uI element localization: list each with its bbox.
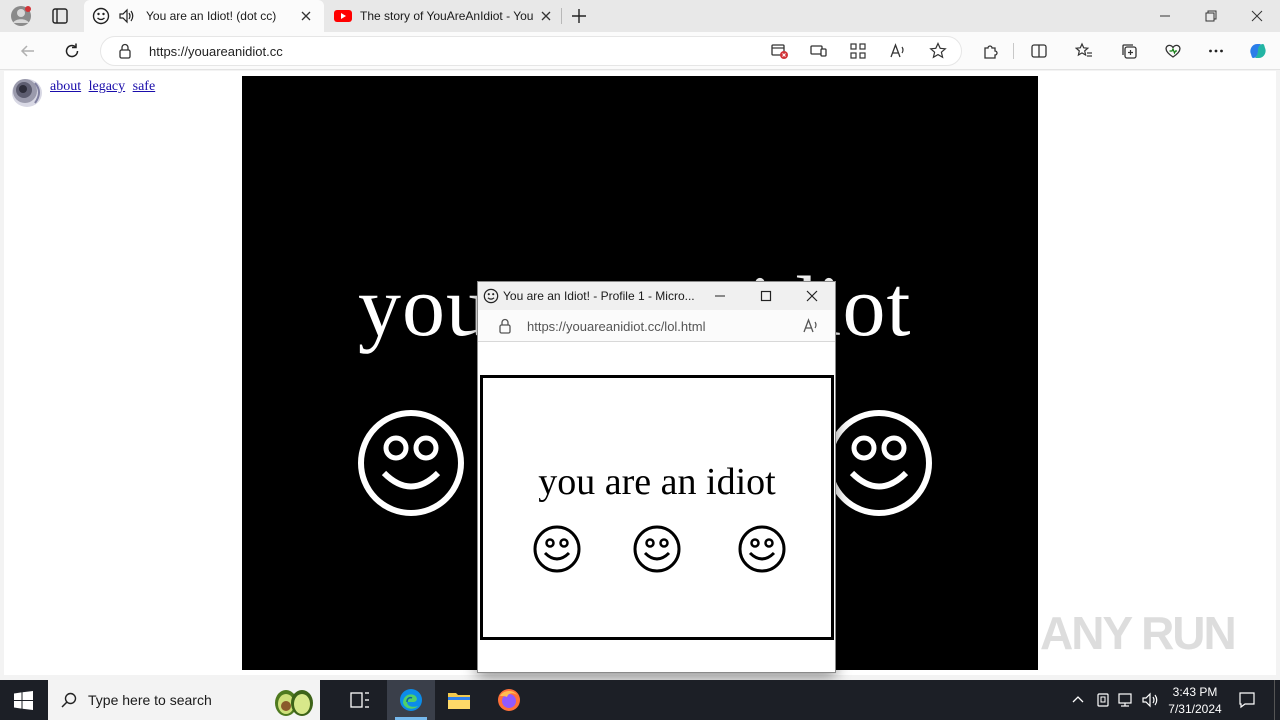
extensions-icon[interactable] <box>979 39 1003 63</box>
popup-url: https://youareanidiot.cc/lol.html <box>527 319 706 334</box>
windows-taskbar: Type here to search 3:43 PM 7/31/2024 <box>0 680 1280 720</box>
audio-playing-icon[interactable] <box>118 7 136 25</box>
lock-icon[interactable] <box>498 318 512 334</box>
blocked-popup-icon[interactable] <box>767 39 791 63</box>
clock[interactable]: 3:43 PM 7/31/2024 <box>1160 683 1230 717</box>
youtube-icon <box>334 9 352 23</box>
device-icon[interactable] <box>1095 692 1111 708</box>
popup-window[interactable]: You are an Idiot! - Profile 1 - Micro...… <box>477 281 836 673</box>
volume-icon[interactable] <box>1142 692 1160 708</box>
split-screen-icon[interactable] <box>1027 39 1051 63</box>
app-available-icon[interactable] <box>806 39 830 63</box>
taskbar-search-box[interactable]: Type here to search <box>48 680 320 720</box>
clock-time: 3:43 PM <box>1172 685 1218 699</box>
profile-avatar[interactable] <box>10 5 32 27</box>
collections-icon[interactable] <box>1117 39 1141 63</box>
refresh-icon[interactable] <box>60 39 84 63</box>
extension-grid-icon[interactable] <box>846 39 870 63</box>
browser-toolbar: https://youareanidiot.cc <box>0 32 1280 70</box>
tray-chevron-icon[interactable] <box>1072 694 1084 704</box>
tab-actions-icon[interactable] <box>50 6 70 26</box>
tab-youtube-story[interactable]: The story of YouAreAnIdiot - You <box>326 0 560 32</box>
close-tab-icon[interactable] <box>300 10 312 22</box>
more-menu-icon[interactable] <box>1204 39 1228 63</box>
popup-titlebar[interactable]: You are an Idiot! - Profile 1 - Micro... <box>478 282 835 310</box>
url-text[interactable]: https://youareanidiot.cc <box>149 44 283 59</box>
watermark: ANY RUN <box>1040 607 1237 659</box>
close-tab-icon[interactable] <box>540 10 552 22</box>
popup-content-box[interactable]: you are an idiot <box>480 375 834 640</box>
popup-maximize-icon[interactable] <box>760 290 772 302</box>
notifications-icon[interactable] <box>1238 691 1256 709</box>
popup-address-bar: https://youareanidiot.cc/lol.html <box>478 310 835 342</box>
restore-icon[interactable] <box>1188 0 1234 32</box>
smiley-right-icon <box>824 408 934 518</box>
firefox-icon[interactable] <box>497 688 521 712</box>
legacy-link[interactable]: legacy <box>89 79 126 94</box>
favorites-icon[interactable] <box>1072 39 1096 63</box>
toolbar-divider <box>1013 43 1014 59</box>
popup-smiley-1-icon <box>532 524 582 574</box>
favorite-star-icon[interactable] <box>926 39 950 63</box>
lock-icon[interactable] <box>118 43 132 59</box>
popup-heading: you are an idiot <box>538 461 776 503</box>
edge-taskbar-button[interactable] <box>387 680 435 720</box>
close-window-icon[interactable] <box>1234 0 1280 32</box>
edge-icon <box>399 688 423 712</box>
safe-link[interactable]: safe <box>133 79 156 94</box>
search-placeholder: Type here to search <box>88 692 212 708</box>
popup-smiley-3-icon <box>737 524 787 574</box>
tab-divider <box>561 8 562 24</box>
start-icon[interactable] <box>14 691 33 710</box>
back-icon[interactable] <box>16 39 40 63</box>
avocado-highlight-icon <box>270 682 318 718</box>
clock-date: 7/31/2024 <box>1168 702 1222 716</box>
popup-minimize-icon[interactable] <box>714 290 726 302</box>
smiley-favicon-icon <box>483 288 499 304</box>
popup-smiley-2-icon <box>632 524 682 574</box>
read-aloud-icon[interactable] <box>886 39 910 63</box>
browser-essentials-icon[interactable] <box>1161 39 1185 63</box>
minimize-icon[interactable] <box>1142 0 1188 32</box>
tab-youareanidiot[interactable]: You are an Idiot! (dot cc) <box>84 0 324 32</box>
popup-close-icon[interactable] <box>806 290 818 302</box>
new-tab-icon[interactable] <box>569 6 589 26</box>
task-view-icon[interactable] <box>350 691 370 709</box>
speaker-icon[interactable] <box>10 75 46 109</box>
smiley-left-icon <box>356 408 466 518</box>
tab-title: You are an Idiot! (dot cc) <box>146 9 277 23</box>
about-link[interactable]: about <box>50 79 81 94</box>
file-explorer-icon[interactable] <box>447 689 471 711</box>
address-bar[interactable]: https://youareanidiot.cc <box>100 36 962 66</box>
tab-title: The story of YouAreAnIdiot - You <box>360 9 534 23</box>
tab-strip: You are an Idiot! (dot cc) The story of … <box>0 0 1280 32</box>
popup-title: You are an Idiot! - Profile 1 - Micro... <box>503 289 695 303</box>
copilot-icon[interactable] <box>1246 39 1270 63</box>
smiley-favicon-icon <box>92 7 110 25</box>
show-desktop[interactable] <box>1274 680 1280 720</box>
search-icon <box>61 692 77 708</box>
network-icon[interactable] <box>1118 692 1136 708</box>
read-aloud-icon[interactable] <box>802 317 820 335</box>
nav-links: about legacy safe <box>50 79 159 95</box>
